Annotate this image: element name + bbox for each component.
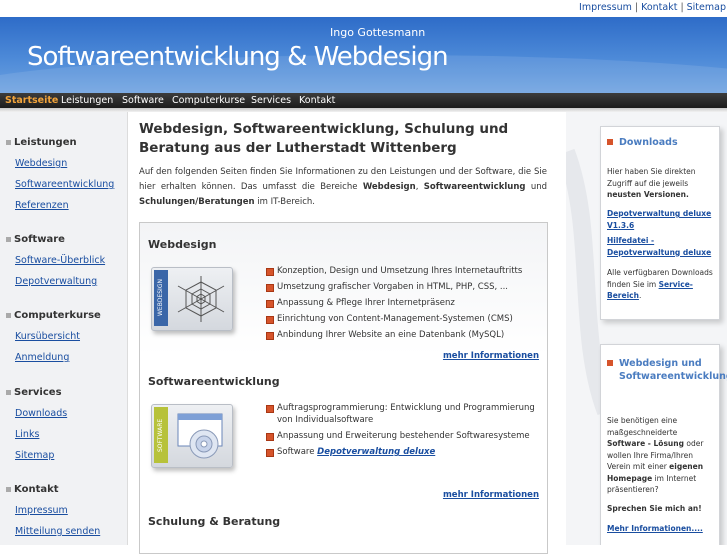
site-owner: Ingo Gottesmann	[330, 26, 426, 39]
sidebar-link-mitteilung-senden[interactable]: Mitteilung senden	[15, 526, 100, 537]
downloads-card-footer: Alle verfügbaren Downloads finden Sie im…	[607, 268, 713, 300]
webdesign-spine-label: WEBDESIGN	[154, 270, 168, 326]
sidebar-link-impressum[interactable]: Impressum	[15, 505, 68, 516]
bullet-icon	[266, 268, 274, 276]
sidebar-link-softwareentwicklung[interactable]: Softwareentwicklung	[15, 179, 114, 190]
list-item: Konzeption, Design und Umsetzung Ihres I…	[266, 265, 539, 277]
list-item: Software Depotverwaltung deluxe	[266, 446, 539, 458]
site-header: Ingo Gottesmann Softwareentwicklung & We…	[0, 17, 727, 93]
sidebar-heading-leistungen: Leistungen	[6, 137, 77, 148]
software-spine-label: SOFTWARE	[154, 407, 168, 463]
separator: |	[680, 2, 684, 13]
bullet-icon	[6, 312, 11, 318]
separator: |	[634, 2, 639, 13]
list-item: Auftragsprogrammierung: Entwicklung und …	[266, 402, 539, 426]
webdesign-product-image: WEBDESIGN	[151, 267, 233, 331]
software-more-link[interactable]: mehr Informationen	[443, 490, 539, 500]
list-item: Einrichtung von Content-Management-Syste…	[266, 313, 539, 325]
toplink-kontakt[interactable]: Kontakt	[641, 2, 677, 13]
downloads-card-title: Downloads	[607, 136, 678, 149]
nav-computerkurse[interactable]: Computerkurse	[172, 95, 245, 106]
webdesign-card: Webdesign und Softwareentwicklung Sie be…	[600, 344, 727, 545]
bullet-icon	[266, 284, 274, 292]
bullet-icon	[266, 332, 274, 340]
sidebar-heading-services: Services	[6, 387, 62, 398]
top-links-bar: Impressum | Kontakt | Sitemap	[0, 0, 727, 17]
bullet-icon	[6, 389, 11, 395]
section-title-schulung: Schulung & Beratung	[148, 515, 281, 528]
webdesign-card-text: Sie benötigen eine maßgeschneiderte Soft…	[607, 416, 704, 494]
nav-startseite[interactable]: Startseite	[5, 95, 58, 106]
sidebar-link-sitemap[interactable]: Sitemap	[15, 450, 54, 461]
bullet-icon	[607, 139, 613, 145]
sidebar-link-downloads[interactable]: Downloads	[15, 408, 67, 419]
right-column: Downloads Hier haben Sie direkten Zugrif…	[566, 112, 727, 545]
nav-leistungen[interactable]: Leistungen	[61, 95, 113, 106]
sidebar-link-software-ueberblick[interactable]: Software-Überblick	[15, 255, 105, 266]
download-link-hilfedatei[interactable]: Hilfedatei - Depotverwaltung deluxe	[607, 235, 715, 258]
bullet-icon	[6, 236, 11, 242]
sidebar-link-referenzen[interactable]: Referenzen	[15, 200, 69, 211]
webdesign-card-title: Webdesign und Softwareentwicklung	[607, 357, 727, 383]
downloads-card-text: Hier haben Sie direkten Zugriff auf die …	[607, 167, 696, 199]
software-product-image: SOFTWARE	[151, 404, 233, 468]
bullet-icon	[266, 433, 274, 441]
webdesign-more-link[interactable]: mehr Informationen	[443, 351, 539, 361]
page-title: Webdesign, Softwareentwicklung, Schulung…	[139, 121, 509, 156]
services-box: Webdesign WEBDESIGN Konzeption, Design u…	[139, 222, 548, 554]
section-title-softwareentwicklung: Softwareentwicklung	[148, 375, 280, 388]
sidebar-link-links[interactable]: Links	[15, 429, 39, 440]
sidebar-heading-software: Software	[6, 234, 65, 245]
bullet-icon	[266, 405, 274, 413]
bullet-icon	[266, 300, 274, 308]
sidebar-link-depotverwaltung[interactable]: Depotverwaltung	[15, 276, 97, 287]
main-nav: Startseite Leistungen Software Computerk…	[0, 93, 727, 108]
nav-services[interactable]: Services	[251, 95, 291, 106]
intro-text: Auf den folgenden Seiten finden Sie Info…	[139, 167, 548, 207]
cd-window-icon	[177, 413, 223, 459]
nav-software[interactable]: Software	[122, 95, 164, 106]
site-brand[interactable]: Softwareentwicklung & Webdesign	[27, 42, 449, 72]
sidebar-heading-computerkurse: Computerkurse	[6, 310, 101, 321]
toplink-impressum[interactable]: Impressum	[579, 2, 632, 13]
downloads-card: Downloads Hier haben Sie direkten Zugrif…	[600, 126, 720, 320]
main-content: Webdesign, Softwareentwicklung, Schulung…	[128, 112, 565, 554]
list-item: Anbindung Ihrer Website an eine Datenban…	[266, 329, 539, 341]
bullet-icon	[6, 486, 11, 492]
webdesign-card-cta: Sprechen Sie mich an!	[607, 504, 702, 513]
bullet-icon	[266, 316, 274, 324]
nav-kontakt[interactable]: Kontakt	[299, 95, 335, 106]
sidebar-heading-kontakt: Kontakt	[6, 484, 59, 495]
bullet-icon	[6, 139, 11, 145]
list-item: Umsetzung grafischer Vorgaben in HTML, P…	[266, 281, 539, 293]
download-link-depotverwaltung[interactable]: Depotverwaltung deluxe V1.3.6	[607, 208, 715, 231]
bullet-icon	[607, 360, 613, 366]
toplink-sitemap[interactable]: Sitemap	[687, 2, 726, 13]
sidebar: Leistungen Webdesign Softwareentwicklung…	[0, 112, 128, 545]
spiderweb-icon	[177, 276, 225, 322]
list-item: Anpassung & Pflege Ihrer Internetpräsenz	[266, 297, 539, 309]
webdesign-card-more-link[interactable]: Mehr Informationen....	[607, 523, 715, 535]
list-item: Anpassung und Erweiterung bestehender So…	[266, 430, 539, 442]
section-title-webdesign: Webdesign	[148, 238, 217, 251]
sidebar-link-kursuebersicht[interactable]: Kursübersicht	[15, 331, 80, 342]
bullet-icon	[266, 449, 274, 457]
sidebar-link-webdesign[interactable]: Webdesign	[15, 158, 67, 169]
sidebar-link-anmeldung[interactable]: Anmeldung	[15, 352, 69, 363]
depotverwaltung-link[interactable]: Depotverwaltung deluxe	[317, 447, 435, 457]
